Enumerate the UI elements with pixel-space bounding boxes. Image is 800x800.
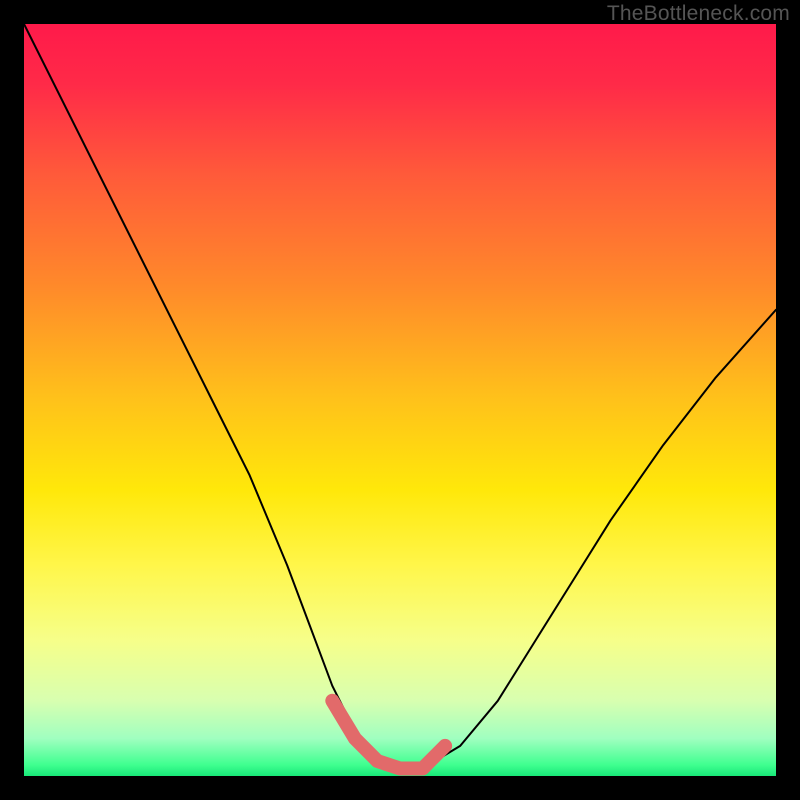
watermark-label: TheBottleneck.com <box>607 2 790 26</box>
plot-area <box>24 24 776 776</box>
chart-frame: TheBottleneck.com <box>0 0 800 800</box>
highlight-segment <box>24 24 776 776</box>
